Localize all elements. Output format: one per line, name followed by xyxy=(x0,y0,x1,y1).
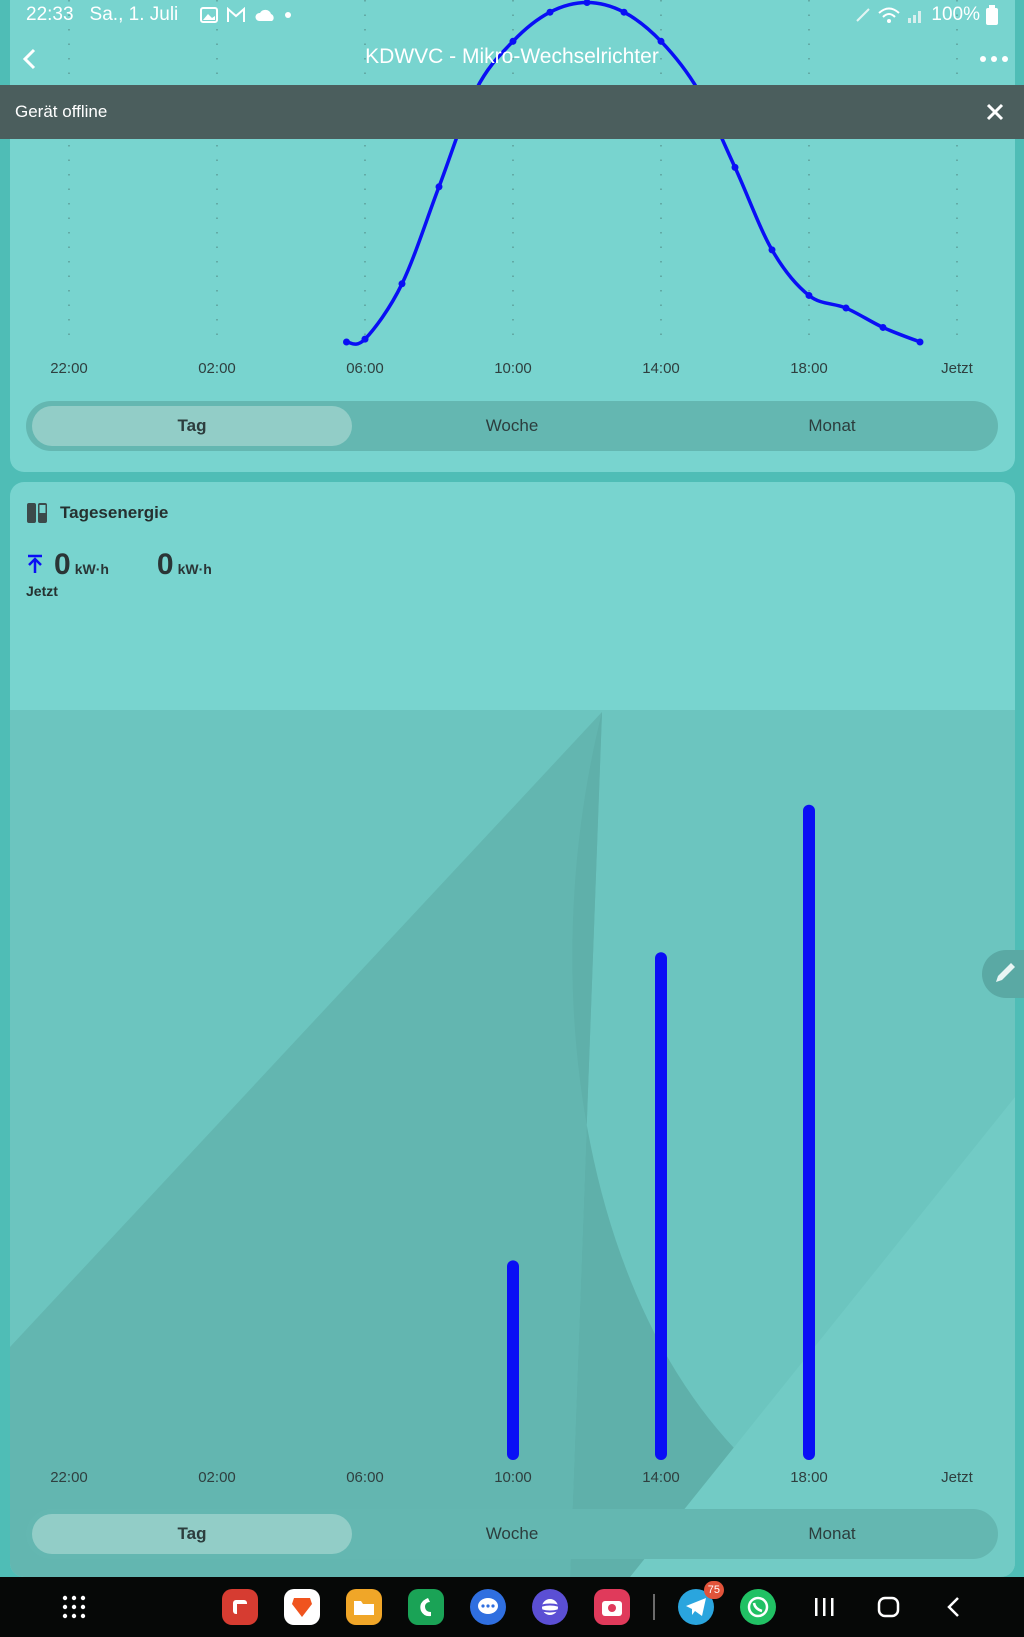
navigation-bar: 75 xyxy=(0,1577,1024,1637)
status-bar: 22:33 Sa., 1. Juli 100% xyxy=(0,0,1024,30)
wifi-icon xyxy=(878,7,901,23)
x-tick-label: 18:00 xyxy=(790,360,828,377)
data-point xyxy=(398,280,406,288)
files-app-icon[interactable] xyxy=(346,1589,382,1625)
tab-monat[interactable]: Monat xyxy=(672,1514,992,1554)
camera-app-icon[interactable] xyxy=(594,1589,630,1625)
x-tick-label: 10:00 xyxy=(494,1469,532,1486)
recent-apps-button[interactable] xyxy=(806,1589,842,1625)
x-tick-label: Jetzt xyxy=(941,1469,974,1486)
tab-woche[interactable]: Woche xyxy=(352,406,672,446)
tab-monat[interactable]: Monat xyxy=(672,406,992,446)
x-tick-label: 18:00 xyxy=(790,1469,828,1486)
offline-banner: Gerät offline xyxy=(0,85,1024,139)
data-point xyxy=(916,338,924,346)
internet-app-icon[interactable] xyxy=(532,1589,568,1625)
whatsapp-phone-icon xyxy=(747,1596,769,1618)
notification-badge: 75 xyxy=(703,1581,724,1599)
data-point xyxy=(435,183,443,191)
pencil-icon xyxy=(996,963,1015,982)
tab-tag[interactable]: Tag xyxy=(32,1514,352,1554)
x-tick-label: 06:00 xyxy=(346,1469,384,1486)
energy-period-selector: Tag Woche Monat xyxy=(26,1509,998,1559)
telegram-app-icon[interactable]: 75 xyxy=(678,1581,724,1625)
x-tick-label: 14:00 xyxy=(642,360,680,377)
messages-app-icon[interactable] xyxy=(470,1589,506,1625)
app-bar: KDWVC - Mikro-Wechselrichter xyxy=(0,30,1024,86)
x-tick-label: 06:00 xyxy=(346,360,384,377)
data-point xyxy=(731,163,739,171)
phone-handset-icon xyxy=(420,1598,431,1617)
gmail-icon xyxy=(227,7,246,22)
chat-bubble-icon xyxy=(478,1598,498,1614)
daily-energy-card: Tagesenergie 0 kW·h 0 kW·h Jetzt 22:00 02… xyxy=(10,482,1015,1577)
gallery-icon xyxy=(200,7,219,23)
notes-app-icon[interactable] xyxy=(222,1589,258,1625)
brave-browser-icon[interactable] xyxy=(284,1589,320,1625)
offline-banner-text: Gerät offline xyxy=(15,102,108,121)
cloud-icon xyxy=(255,9,274,21)
status-date: Sa., 1. Juli xyxy=(89,4,179,25)
edit-button[interactable] xyxy=(982,950,1024,998)
more-menu-button[interactable] xyxy=(974,42,1014,76)
signal-icon xyxy=(908,11,922,23)
x-tick-label: 22:00 xyxy=(50,1469,88,1486)
back-icon xyxy=(947,1597,959,1617)
pen-icon xyxy=(856,8,871,22)
brave-lion-icon xyxy=(292,1598,312,1617)
x-tick-label: Jetzt xyxy=(941,360,974,377)
system-back-button[interactable] xyxy=(936,1589,972,1625)
status-time: 22:33 xyxy=(26,4,74,25)
data-point xyxy=(805,291,813,299)
battery-percent: 100% xyxy=(931,4,980,25)
x-tick-label: 22:00 xyxy=(50,360,88,377)
whatsapp-app-icon[interactable] xyxy=(740,1589,776,1625)
recent-apps-icon xyxy=(815,1598,834,1616)
more-dots-icon xyxy=(980,56,1008,62)
home-icon xyxy=(877,1596,900,1618)
planet-icon xyxy=(538,1599,562,1615)
data-point xyxy=(879,323,887,331)
energy-chart-x-axis: 22:00 02:00 06:00 10:00 14:00 18:00 Jetzt xyxy=(50,1469,973,1486)
battery-icon xyxy=(986,5,998,25)
paper-plane-icon xyxy=(686,1598,706,1616)
phone-app-icon[interactable] xyxy=(408,1589,444,1625)
app-drawer-icon xyxy=(62,1595,86,1619)
tab-woche[interactable]: Woche xyxy=(352,1514,672,1554)
dot-icon xyxy=(285,12,292,18)
tab-tag[interactable]: Tag xyxy=(32,406,352,446)
x-tick-label: 02:00 xyxy=(198,360,236,377)
power-chart-x-axis: 22:00 02:00 06:00 10:00 14:00 18:00 Jetzt xyxy=(50,360,973,377)
offline-banner-close-button[interactable] xyxy=(980,97,1010,127)
notes-glyph-icon xyxy=(233,1600,247,1614)
data-point xyxy=(842,304,850,312)
data-point xyxy=(343,338,350,346)
x-tick-label: 02:00 xyxy=(198,1469,236,1486)
dock-separator xyxy=(653,1594,655,1620)
close-icon xyxy=(986,103,1004,121)
app-drawer-button[interactable] xyxy=(56,1589,92,1625)
data-point xyxy=(768,246,776,254)
camera-icon xyxy=(602,1601,622,1616)
home-button[interactable] xyxy=(871,1589,907,1625)
x-tick-label: 14:00 xyxy=(642,1469,680,1486)
energy-bar-chart: 22:00 02:00 06:00 10:00 14:00 18:00 Jetzt xyxy=(50,804,974,1486)
data-point xyxy=(361,335,369,343)
page-title: KDWVC - Mikro-Wechselrichter xyxy=(365,45,659,68)
power-period-selector: Tag Woche Monat xyxy=(26,401,998,451)
folder-icon xyxy=(354,1601,374,1615)
x-tick-label: 10:00 xyxy=(494,360,532,377)
energy-bars xyxy=(507,804,815,1460)
